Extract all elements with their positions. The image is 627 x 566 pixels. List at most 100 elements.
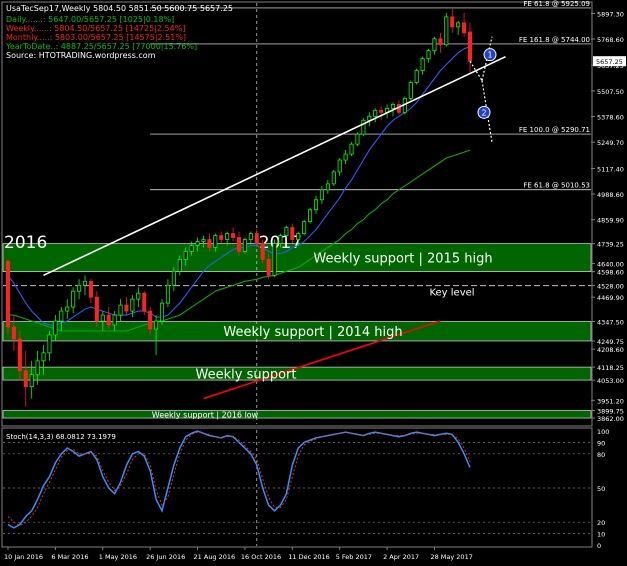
y-tick-label: 3951.20	[597, 397, 624, 405]
y-tick-label: 4347.50	[597, 319, 624, 327]
candle-body	[284, 227, 289, 236]
key-level-label: Key level	[429, 288, 474, 299]
candle-body	[11, 326, 16, 340]
candle-body	[296, 233, 301, 240]
candle-body	[130, 298, 135, 312]
candle-body	[426, 50, 431, 60]
candle-body	[77, 284, 82, 292]
candle-body	[236, 237, 242, 252]
stat-line: Weekly......: 5804.50/5657.25 [14725|2.5…	[6, 24, 185, 33]
fib-level-label: FE 61.8 @ 5010.53	[523, 182, 590, 190]
candle-body	[414, 70, 419, 83]
stoch-tick-label: 10	[597, 531, 605, 539]
x-tick-label: 6 Mar 2016	[51, 553, 88, 561]
candle-body	[432, 38, 437, 52]
candle-body	[355, 133, 360, 145]
candle-body	[189, 245, 194, 252]
candle-body	[438, 38, 443, 46]
candle-body	[17, 338, 22, 372]
fib-level-label: FE 161.8 @ 5744.00	[519, 36, 590, 44]
candle-body	[100, 314, 105, 322]
candle-body	[272, 243, 277, 276]
candle-body	[361, 119, 366, 135]
x-tick-label: 10 Jan 2016	[4, 553, 43, 561]
candle-body	[219, 235, 224, 240]
zone-label: Weekly support | 2016 low	[152, 410, 259, 419]
candle-body	[450, 16, 455, 28]
zone-label: Weekly support | 2014 high	[223, 325, 402, 340]
candle-body	[390, 103, 396, 109]
candle-body	[41, 352, 46, 362]
y-tick-label: 4208.60	[597, 346, 624, 354]
candle-body	[331, 171, 336, 185]
y-tick-label: 4053.00	[597, 377, 624, 385]
candle-body	[94, 296, 99, 322]
candle-body	[343, 153, 348, 161]
year-label: 2016	[4, 233, 47, 253]
y-tick-label: 4118.25	[597, 364, 624, 372]
zone-label: Weekly support | 2015 high	[313, 252, 492, 267]
stat-line: Daily.......: 5647.00/5657.25 [1025|0.18…	[6, 15, 174, 24]
candle-body	[462, 22, 467, 34]
stoch-title: Stoch(14,3,3) 68.0812 73.1979	[6, 433, 116, 441]
candle-body	[88, 280, 93, 298]
fib-level-label: FE 100.0 @ 5290.71	[519, 126, 590, 134]
candle-body	[467, 31, 473, 62]
candle-body	[242, 239, 247, 252]
y-tick-label: 4859.90	[597, 217, 624, 225]
y-tick-label: 4469.90	[597, 294, 624, 302]
candle-body	[106, 314, 111, 326]
stoch-tick-label: 80	[597, 451, 605, 459]
candle-body	[171, 270, 176, 286]
fib-level-label: FE 61.8 @ 5925.09	[523, 0, 590, 8]
candle-body	[148, 310, 153, 330]
candle-body	[325, 183, 330, 191]
marker-label: 1	[487, 51, 492, 60]
candle-body	[154, 320, 159, 330]
candle-body	[373, 109, 378, 117]
candle-body	[35, 360, 40, 376]
stoch-tick-label: 100	[597, 428, 609, 436]
x-tick-label: 11 Dec 2016	[288, 553, 330, 561]
candle-body	[319, 189, 324, 201]
candle-body	[159, 302, 165, 322]
candle-body	[231, 233, 236, 238]
candle-body	[29, 374, 34, 388]
candle-body	[177, 259, 182, 272]
candle-body	[379, 109, 384, 113]
candle-body	[112, 314, 117, 326]
y-tick-label: 4640.00	[597, 260, 624, 268]
y-tick-label: 5249.70	[597, 139, 624, 147]
candle-body	[5, 261, 11, 328]
candle-body	[59, 310, 64, 322]
x-tick-label: 2 Apr 2017	[383, 553, 419, 561]
candle-body	[266, 259, 271, 276]
candle-body	[118, 304, 123, 316]
candle-body	[337, 159, 342, 173]
x-tick-label: 21 Aug 2016	[194, 553, 236, 561]
y-tick-label: 3862.00	[597, 415, 624, 423]
x-tick-label: 1 May 2016	[99, 553, 137, 561]
candle-body	[367, 115, 372, 121]
source-text: Source: HTOTRADING.wordpress.com	[6, 51, 156, 60]
y-tick-label: 5378.60	[597, 114, 624, 122]
candle-body	[136, 292, 141, 300]
candle-body	[260, 243, 265, 260]
candle-body	[82, 280, 88, 286]
stoch-tick-label: 20	[597, 519, 605, 527]
candle-body	[201, 239, 206, 242]
candle-body	[71, 290, 76, 308]
candle-body	[290, 227, 295, 240]
candle-body	[53, 320, 58, 336]
stat-line: YearToDate..: 4887.25/5657.25 [77000|15.…	[5, 42, 197, 51]
price-stats: Daily.......: 5647.00/5657.25 [1025|0.18…	[5, 15, 197, 51]
candle-body	[254, 233, 259, 244]
chart-window: FE 61.8 @ 5925.09 FE 161.8 @ 5744.00 FE 10…	[0, 0, 627, 566]
stoch-tick-label: 90	[597, 439, 605, 447]
current-price-label: 5657.25	[596, 58, 623, 66]
y-tick-label: 4249.75	[597, 338, 624, 346]
candle-body	[195, 241, 200, 246]
y-tick-label: 4528.00	[597, 283, 624, 291]
y-tick-label: 5768.60	[597, 36, 624, 44]
marker-label: 2	[481, 108, 486, 117]
